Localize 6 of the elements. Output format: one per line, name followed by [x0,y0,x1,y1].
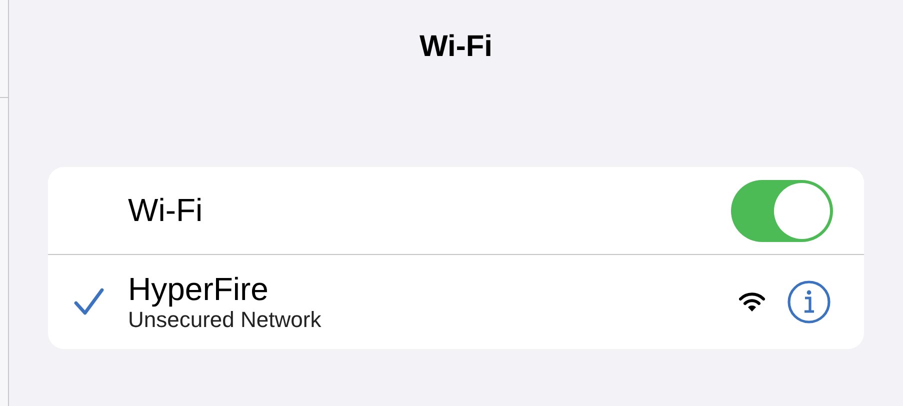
info-icon[interactable] [787,280,831,324]
wifi-signal-icon [739,292,765,312]
wifi-label: Wi-Fi [128,192,204,229]
network-security: Unsecured Network [128,307,322,333]
network-name: HyperFire [128,271,270,307]
page-title: Wi-Fi [418,29,494,65]
